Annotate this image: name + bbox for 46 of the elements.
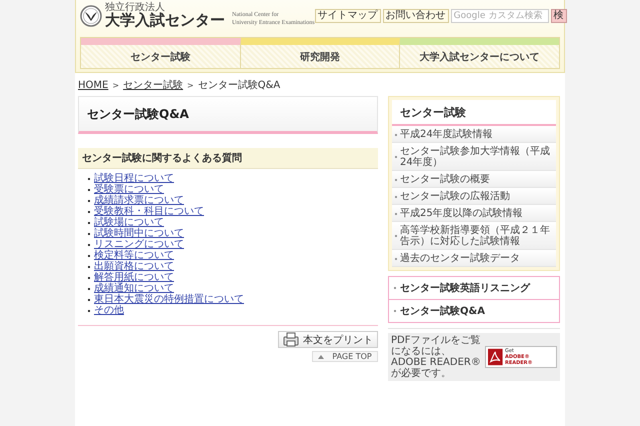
breadcrumb-link[interactable]: HOME bbox=[78, 80, 108, 90]
section-heading: センター試験に関するよくある質問 bbox=[78, 148, 378, 169]
faq-link[interactable]: 解答用紙について bbox=[94, 272, 174, 283]
emblem-icon bbox=[80, 4, 102, 26]
org-type: 独立行政法人 bbox=[105, 3, 166, 13]
pdf-icon bbox=[488, 348, 503, 366]
faq-link[interactable]: 東日本大震災の特例措置について bbox=[94, 294, 244, 305]
nav-tab[interactable]: 研究開発 bbox=[240, 38, 400, 68]
sidebar-link[interactable]: センター試験参加大学情報（平成24年度） bbox=[392, 143, 556, 171]
pdf-notice: PDFファイルをご覧になるには、ADOBE READER®が必要です。 bbox=[391, 335, 482, 379]
faq-link[interactable]: 受験教科・科目について bbox=[94, 206, 204, 217]
sidebar-link[interactable]: 平成24年度試験情報 bbox=[392, 126, 556, 143]
faq-link[interactable]: 成績請求票について bbox=[94, 195, 184, 206]
page-title: センター試験Q&A bbox=[87, 106, 190, 123]
print-button[interactable]: 本文をプリント bbox=[278, 331, 378, 348]
faq-link[interactable]: リスニングについて bbox=[94, 239, 184, 250]
faq-link[interactable]: 試験日程について bbox=[94, 173, 174, 184]
faq-link[interactable]: その他 bbox=[94, 305, 124, 316]
sidebar-link[interactable]: センター試験の概要 bbox=[392, 171, 556, 188]
sidebar-heading: センター試験 bbox=[392, 100, 556, 126]
site-name: 大学入試センター bbox=[105, 13, 225, 28]
faq-link[interactable]: 試験場について bbox=[94, 217, 164, 228]
sidebar-link[interactable]: 高等学校新指導要領（平成２１年告示）に対応した試験情報 bbox=[392, 222, 556, 250]
featured-link[interactable]: センター試験Q&A bbox=[389, 299, 559, 322]
sidebar-link[interactable]: 過去のセンター試験データ bbox=[392, 250, 556, 267]
featured-link[interactable]: センター試験英語リスニング bbox=[389, 277, 559, 299]
search-button[interactable]: 検 bbox=[550, 9, 567, 23]
header-link-button[interactable]: サイトマップ bbox=[314, 9, 381, 23]
search-field[interactable]: Google カスタム検索 bbox=[450, 9, 549, 23]
printer-icon bbox=[283, 332, 299, 347]
sidebar-link[interactable]: センター試験の広報活動 bbox=[392, 188, 556, 205]
faq-link[interactable]: 試験時間中について bbox=[94, 228, 184, 239]
breadcrumb-separator: > bbox=[187, 80, 194, 90]
faq-link[interactable]: 検定料等について bbox=[94, 250, 174, 261]
sidebar-link[interactable]: 平成25年度以降の試験情報 bbox=[392, 205, 556, 222]
nav-tab[interactable]: センター試験 bbox=[81, 38, 241, 68]
breadcrumb-current: センター試験Q&A bbox=[198, 78, 280, 92]
header-link-button[interactable]: お問い合わせ bbox=[382, 9, 449, 23]
faq-link[interactable]: 成績通知について bbox=[94, 283, 174, 294]
faq-link[interactable]: 受験票について bbox=[94, 184, 164, 195]
nav-tab[interactable]: 大学入試センターについて bbox=[400, 38, 560, 68]
faq-link[interactable]: 出願資格について bbox=[94, 261, 174, 272]
up-arrow-icon bbox=[318, 354, 324, 358]
page-top-button[interactable]: PAGE TOP bbox=[312, 351, 378, 362]
breadcrumb-link[interactable]: センター試験 bbox=[123, 78, 184, 92]
breadcrumb-separator: > bbox=[112, 80, 120, 90]
